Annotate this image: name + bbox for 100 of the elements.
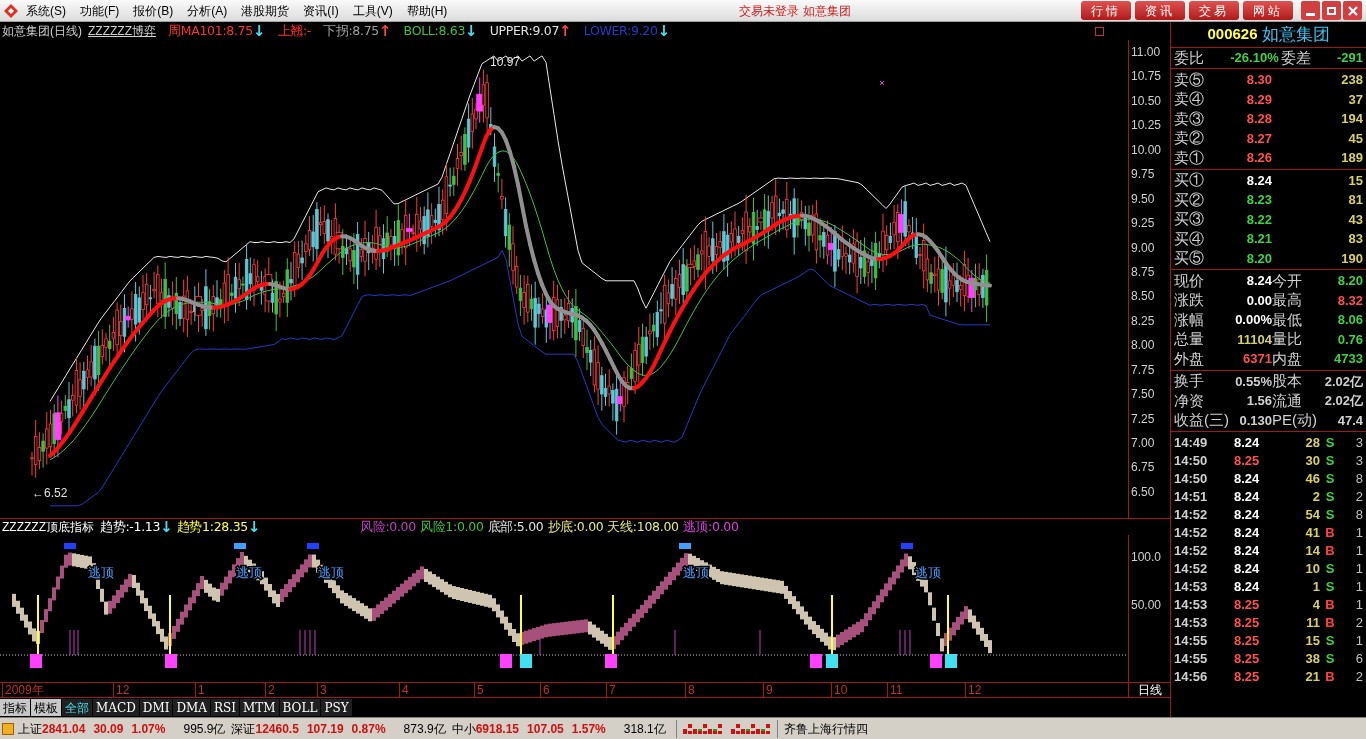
menu-item[interactable]: 工具(V) — [352, 1, 393, 20]
indicator-tab[interactable]: MACD — [93, 699, 139, 716]
price-axis-label: 9.75 — [1130, 166, 1155, 184]
date-axis-label: 9 — [763, 683, 773, 697]
field-value: 2.02亿 — [1324, 372, 1363, 391]
menu-item[interactable]: 资讯(I) — [303, 1, 339, 20]
order-price: 8.20 — [1245, 249, 1272, 268]
menu-item[interactable]: 帮助(H) — [406, 1, 448, 20]
indicator-tab[interactable]: PSY — [321, 699, 352, 716]
order-level-label: 卖① — [1174, 147, 1205, 168]
index-value: 12460.5 — [255, 720, 299, 738]
nav-button[interactable]: 网站 — [1243, 1, 1293, 20]
menu-item[interactable]: 港股期货 — [241, 1, 290, 20]
price-axis-label: 6.75 — [1130, 459, 1155, 477]
data-feed-label: 齐鲁上海行情四 — [783, 720, 868, 738]
tick-time: 14:52 — [1174, 542, 1209, 561]
menu-item[interactable]: 系统(S) — [26, 1, 66, 20]
field-value: 0.00 — [1246, 291, 1272, 310]
order-price: 8.28 — [1245, 110, 1272, 128]
tick-time: 14:52 — [1174, 506, 1209, 525]
indicator-tab[interactable]: DMA — [173, 699, 210, 716]
tick-price: 8.24 — [1234, 560, 1261, 579]
app-logo-icon — [3, 2, 19, 19]
tick-price: 8.25 — [1234, 668, 1261, 687]
indicator-tab[interactable]: RSI — [211, 699, 239, 716]
tick-time: 14:52 — [1174, 560, 1209, 579]
tick-volume: 2 — [1311, 488, 1320, 507]
indicator-tab[interactable]: MTM — [240, 699, 279, 716]
order-volume: 43 — [1348, 210, 1363, 229]
trend-arrow: ↓ — [465, 23, 478, 39]
order-level-label: 卖③ — [1174, 108, 1205, 129]
legend-value: LOWER:9.20 — [583, 21, 658, 40]
field-value: 0.76 — [1337, 330, 1363, 349]
field-label: 流通 — [1272, 390, 1302, 411]
close-button[interactable] — [1343, 1, 1362, 20]
tick-side: B — [1324, 668, 1336, 687]
menu-item[interactable]: 功能(F) — [80, 1, 120, 20]
index-percent: 0.87% — [351, 720, 386, 738]
order-volume: 83 — [1348, 230, 1363, 248]
date-axis-label: 12 — [965, 683, 982, 697]
field-label: 收益(三) — [1174, 410, 1229, 430]
field-label: 外盘 — [1174, 348, 1204, 369]
field-label: 涨幅 — [1174, 309, 1204, 330]
tick-time: 14:51 — [1174, 488, 1209, 507]
tick-count: 1 — [1355, 560, 1363, 579]
tick-side: S — [1324, 578, 1336, 597]
tick-price: 8.24 — [1234, 542, 1261, 561]
date-axis-label: 12 — [113, 683, 130, 697]
indicator-axis-label: 50.00 — [1130, 598, 1163, 612]
tick-price: 8.24 — [1234, 488, 1261, 507]
legend-value: 抄底:0.00 — [547, 517, 604, 536]
index-value: 2841.04 — [42, 720, 86, 738]
field-value: 8.20 — [1337, 272, 1363, 290]
field-label: 最高 — [1272, 290, 1302, 310]
menu-item[interactable]: 报价(B) — [133, 1, 174, 20]
legend-value: 下拐:8.75 — [323, 21, 379, 40]
field-label: 股本 — [1272, 371, 1302, 391]
field-label: PE(动) — [1272, 410, 1317, 430]
order-level-label: 买⑤ — [1174, 248, 1205, 268]
market-icon[interactable] — [2, 722, 14, 735]
indicator-tab[interactable]: BOLL — [279, 699, 321, 716]
tick-count: 1 — [1355, 596, 1363, 615]
tick-volume: 15 — [1304, 632, 1320, 651]
legend-value: 上翘:- — [277, 21, 312, 40]
minimize-button[interactable] — [1301, 1, 1320, 20]
index-amount: 318.1亿 — [623, 720, 666, 738]
field-value: 11104 — [1237, 330, 1272, 349]
stock-name: 如意集团 — [1261, 23, 1330, 46]
tick-price: 8.25 — [1234, 650, 1261, 669]
order-volume: 15 — [1348, 171, 1363, 190]
price-axis-label: 6.50 — [1130, 483, 1155, 501]
tick-count: 1 — [1355, 542, 1363, 561]
trend-arrow: ↓ — [160, 519, 173, 535]
tick-count: 2 — [1355, 668, 1363, 687]
formula-name[interactable]: ZZZZZZ博弈 — [88, 22, 156, 40]
price-axis-label: 11.00 — [1130, 44, 1161, 61]
indicator-tab[interactable]: DMI — [139, 699, 173, 716]
tick-side: S — [1324, 452, 1336, 471]
indicator-tab[interactable]: 全部 — [62, 699, 92, 716]
order-level-label: 买② — [1174, 189, 1205, 210]
tick-time: 14:53 — [1174, 578, 1209, 597]
index-change: 107.05 — [527, 720, 564, 738]
index-name: 深证 — [231, 720, 256, 738]
market-breadth-icon — [682, 722, 723, 735]
menu-item[interactable]: 分析(A) — [187, 1, 228, 20]
tick-price: 8.24 — [1234, 524, 1261, 543]
window-title: 交易未登录 如意集团 — [739, 2, 851, 20]
field-label: 委差 — [1280, 47, 1311, 68]
index-name: 中小 — [451, 720, 476, 738]
nav-button[interactable]: 交易 — [1189, 1, 1239, 20]
nav-button[interactable]: 行情 — [1081, 1, 1131, 20]
field-value: 4733 — [1334, 350, 1363, 368]
order-price: 8.26 — [1245, 149, 1272, 167]
restore-button[interactable] — [1322, 1, 1341, 20]
toolbar-button[interactable]: 模板 — [31, 699, 61, 716]
square-icon[interactable] — [1095, 26, 1104, 36]
index-value: 6918.15 — [475, 720, 520, 738]
toolbar-button[interactable]: 指标 — [0, 699, 30, 716]
nav-button[interactable]: 资讯 — [1135, 1, 1185, 20]
field-label: 量比 — [1272, 329, 1302, 349]
